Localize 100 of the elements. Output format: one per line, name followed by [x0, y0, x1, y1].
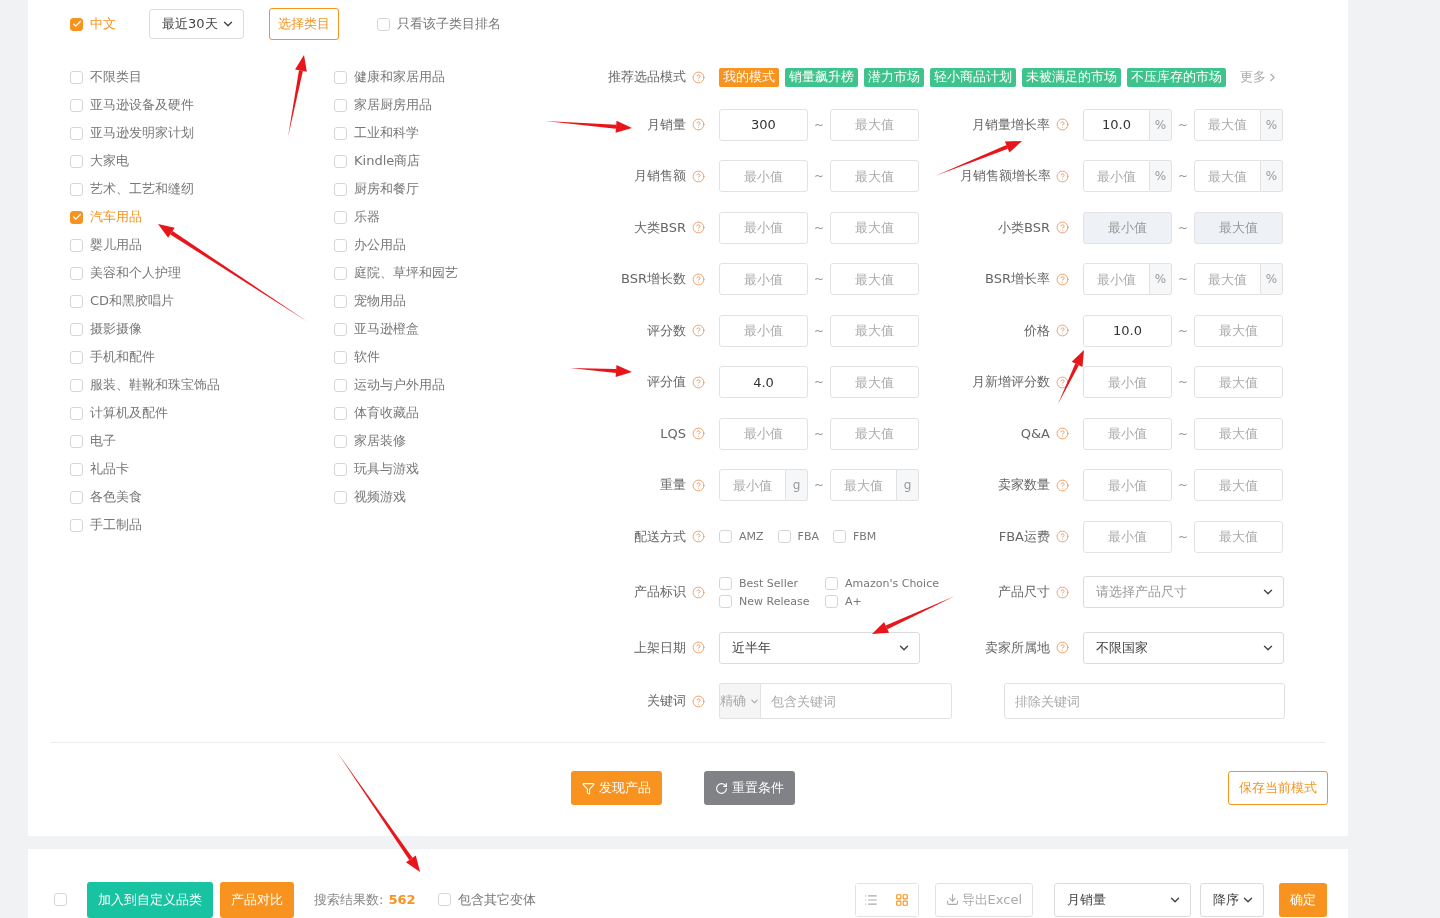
add-to-category-button[interactable]: 加入到自定义品类 [87, 881, 213, 918]
checkbox[interactable] [54, 893, 67, 906]
checkbox[interactable] [334, 294, 347, 308]
number-input[interactable]: 最大值 [1194, 108, 1261, 141]
checkbox[interactable] [334, 182, 347, 196]
sort-select[interactable]: 月销量 [1054, 882, 1191, 917]
checkbox[interactable] [70, 238, 83, 252]
match-mode-select[interactable]: 精确 [719, 683, 760, 719]
reset-button[interactable]: 重置条件 [704, 771, 795, 805]
number-input[interactable]: 最大值 [830, 314, 919, 347]
checkbox[interactable] [719, 594, 732, 608]
choose-category-button[interactable]: 选择类目 [269, 8, 339, 40]
number-input[interactable]: 最大值 [830, 469, 897, 501]
help-icon[interactable] [1056, 375, 1069, 389]
number-input[interactable]: 4.0 [719, 366, 808, 398]
mode-tag[interactable]: 轻小商品计划 [930, 67, 1016, 87]
order-select[interactable]: 降序 [1200, 882, 1264, 917]
number-input[interactable]: 最小值 [1083, 469, 1172, 501]
checkbox[interactable] [334, 266, 347, 280]
checkbox[interactable] [334, 378, 347, 392]
keyword-input[interactable]: 包含关键词 [760, 683, 952, 719]
checkbox[interactable] [334, 406, 347, 420]
checkbox[interactable] [719, 530, 732, 543]
checkbox[interactable] [70, 70, 83, 84]
checkbox[interactable] [70, 126, 83, 140]
checkbox[interactable] [334, 322, 347, 336]
number-input[interactable]: 最小值 [719, 314, 808, 347]
number-input[interactable]: 最小值 [719, 263, 808, 295]
number-input[interactable]: 300 [719, 108, 808, 141]
number-input[interactable]: 最大值 [1194, 160, 1261, 192]
number-input[interactable]: 最大值 [830, 211, 919, 244]
checkbox[interactable] [70, 378, 83, 392]
number-input[interactable]: 最小值 [1083, 366, 1172, 398]
checkbox[interactable] [334, 70, 347, 84]
compare-button[interactable]: 产品对比 [220, 881, 294, 918]
number-input[interactable]: 10.0 [1083, 108, 1150, 141]
number-input[interactable]: 最大值 [830, 366, 919, 398]
mode-tag[interactable]: 我的模式 [719, 67, 779, 87]
number-input[interactable]: 10.0 [1083, 314, 1172, 347]
number-input[interactable]: 最大值 [830, 263, 919, 295]
number-input[interactable]: 最小值 [719, 160, 808, 192]
number-input[interactable]: 最大值 [1194, 314, 1283, 347]
mode-tag[interactable]: 不压库存的市场 [1127, 67, 1226, 87]
number-input[interactable]: 最小值 [719, 417, 808, 450]
checkbox[interactable] [719, 576, 732, 590]
checkbox[interactable] [70, 350, 83, 364]
checkbox[interactable] [334, 126, 347, 140]
checkbox[interactable] [334, 154, 347, 168]
dropdown-select[interactable]: 不限国家 [1083, 631, 1284, 664]
number-input[interactable]: 最小值 [1083, 160, 1150, 192]
checkbox[interactable] [70, 434, 83, 448]
keyword-input[interactable]: 排除关键词 [1004, 683, 1285, 719]
checkbox[interactable] [70, 17, 83, 31]
checkbox[interactable] [334, 434, 347, 448]
mode-tag[interactable]: 销量飙升榜 [785, 67, 858, 87]
checkbox[interactable] [832, 530, 846, 543]
save-mode-button[interactable]: 保存当前模式 [1228, 771, 1328, 805]
checkbox[interactable] [70, 210, 83, 224]
number-input[interactable]: 最大值 [1194, 366, 1283, 398]
number-input[interactable]: 最小值 [719, 469, 786, 501]
mode-tag[interactable]: 未被满足的市场 [1022, 67, 1121, 87]
checkbox[interactable] [70, 294, 83, 308]
checkbox[interactable] [70, 462, 83, 476]
checkbox[interactable] [334, 238, 347, 252]
checkbox[interactable] [70, 406, 83, 420]
number-input[interactable]: 最大值 [1194, 263, 1261, 295]
checkbox[interactable] [70, 98, 83, 112]
checkbox[interactable] [334, 462, 347, 476]
number-input[interactable]: 最大值 [1194, 469, 1283, 501]
number-input[interactable]: 最小值 [1083, 417, 1172, 450]
checkbox[interactable] [70, 154, 83, 168]
checkbox[interactable] [825, 594, 838, 608]
more-link[interactable]: 更多 [1240, 68, 1279, 86]
number-input[interactable]: 最大值 [830, 417, 919, 450]
number-input[interactable]: 最小值 [1083, 520, 1172, 553]
number-input[interactable]: 最大值 [1194, 417, 1283, 450]
dropdown-select[interactable]: 请选择产品尺寸 [1083, 576, 1284, 608]
checkbox[interactable] [70, 490, 83, 504]
export-excel-button[interactable]: 导出Excel [934, 882, 1033, 917]
checkbox[interactable] [334, 490, 347, 504]
checkbox[interactable] [377, 17, 390, 31]
mode-tag[interactable]: 潜力市场 [864, 67, 924, 87]
checkbox[interactable] [825, 576, 838, 590]
number-input[interactable]: 最小值 [719, 211, 808, 244]
dropdown-select[interactable]: 近半年 [719, 631, 920, 664]
confirm-button[interactable]: 确定 [1279, 882, 1327, 917]
number-input[interactable]: 最大值 [830, 108, 919, 141]
checkbox[interactable] [70, 518, 83, 532]
checkbox[interactable] [334, 350, 347, 364]
number-input[interactable]: 最小值 [1083, 263, 1150, 295]
discover-products-button[interactable]: 发现产品 [571, 771, 662, 805]
checkbox[interactable] [437, 893, 451, 906]
checkbox[interactable] [70, 266, 83, 280]
checkbox[interactable] [70, 182, 83, 196]
number-input[interactable]: 最大值 [830, 160, 919, 192]
checkbox[interactable] [334, 210, 347, 224]
period-select[interactable]: 最近30天 [149, 9, 244, 39]
checkbox[interactable] [334, 98, 347, 112]
checkbox[interactable] [777, 530, 791, 543]
number-input[interactable]: 最大值 [1194, 520, 1283, 553]
